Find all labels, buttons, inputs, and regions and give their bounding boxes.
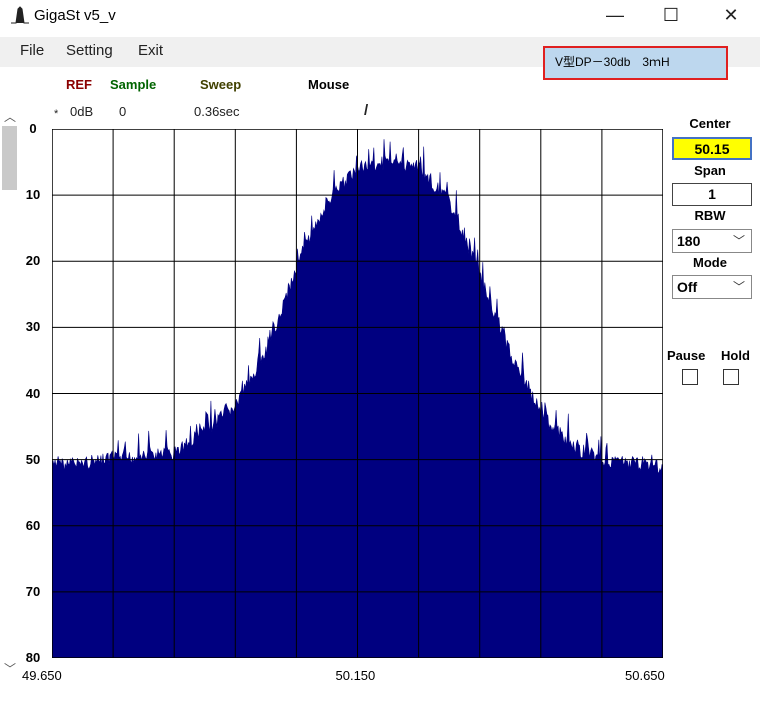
y-tick-label: 0 (29, 121, 37, 136)
window-title: GigaSt v5_v (34, 7, 116, 24)
x-tick-label: 50.650 (625, 668, 665, 683)
pause-checkbox[interactable] (682, 369, 698, 385)
y-tick-label: 10 (25, 187, 41, 203)
mouse-label: Mouse (308, 77, 350, 92)
y-tick-label: 30 (25, 319, 41, 335)
rbw-select[interactable]: 180 ﹀ (672, 229, 752, 253)
spectrum-plot[interactable] (52, 129, 663, 658)
mode-select[interactable]: Off ﹀ (672, 275, 752, 299)
y-tick-label: 80 (25, 650, 41, 665)
mode-selected-value: Off (677, 279, 698, 295)
menu-exit[interactable]: Exit (138, 42, 163, 59)
title-bar: GigaSt v5_v — ☐ ✕ (0, 0, 760, 32)
span-input[interactable]: 1 (672, 183, 752, 206)
rbw-label: RBW (694, 208, 726, 223)
x-tick-label: 49.650 (22, 668, 62, 683)
sweep-value: 0.36sec (194, 104, 240, 119)
sweep-label: Sweep (200, 77, 242, 92)
scroll-up-icon[interactable]: ︿ (4, 108, 16, 125)
pause-label: Pause (667, 348, 706, 363)
y-tick-label: 60 (25, 517, 41, 533)
span-label: Span (694, 163, 726, 178)
maximize-button[interactable]: ☐ (648, 0, 694, 32)
close-button[interactable]: ✕ (708, 0, 754, 32)
sample-label: Sample (110, 77, 157, 92)
menu-file[interactable]: File (20, 42, 44, 59)
hold-checkbox[interactable] (723, 369, 739, 385)
scrollbar-thumb[interactable] (2, 126, 17, 190)
app-icon (11, 6, 29, 24)
sample-value: 0 (119, 104, 127, 119)
scroll-down-icon[interactable]: ﹀ (4, 660, 16, 677)
chevron-down-icon: ﹀ (732, 234, 745, 248)
menu-setting[interactable]: Setting (66, 42, 113, 59)
mode-label: Mode (693, 255, 727, 270)
center-input[interactable]: 50.15 (672, 137, 752, 160)
ref-marker: * (54, 108, 59, 120)
chevron-down-icon: ﹀ (732, 280, 745, 294)
minimize-button[interactable]: — (592, 0, 638, 32)
center-label: Center (689, 116, 731, 131)
hold-label: Hold (721, 348, 750, 363)
y-tick-label: 70 (25, 583, 41, 599)
ref-value: 0dB (70, 104, 94, 119)
rbw-selected-value: 180 (677, 233, 701, 249)
annotation-note: V型DP－30db 3ｍH (543, 46, 728, 80)
x-tick-label: 50.150 (335, 668, 376, 683)
y-tick-label: 50 (25, 451, 41, 467)
mouse-value: / (364, 102, 369, 119)
y-tick-label: 20 (25, 253, 41, 269)
y-tick-label: 40 (25, 385, 41, 401)
ref-label: REF (66, 77, 92, 92)
